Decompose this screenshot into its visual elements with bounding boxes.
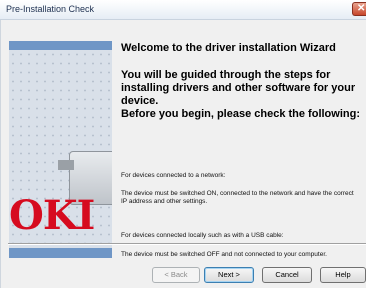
close-button[interactable]: ✕ [352, 2, 366, 16]
oki-logo: OKI [9, 192, 95, 239]
side-banner: OKI [9, 41, 112, 258]
banner-top-band [9, 41, 112, 50]
usb-requirement: The device must be switched OFF and not … [121, 251, 327, 258]
window-title: Pre-Installation Check [6, 4, 95, 14]
network-label: For devices connected to a network: [121, 172, 226, 179]
wizard-intro: You will be guided through the steps for… [121, 69, 361, 121]
wizard-heading: Welcome to the driver installation Wizar… [121, 42, 336, 54]
next-button[interactable]: Next > [204, 267, 254, 283]
help-button[interactable]: Help [320, 267, 366, 283]
intro-line-2: Before you begin, please check the follo… [121, 108, 360, 120]
dialog-client-area: OKI Welcome to the driver installation W… [0, 20, 366, 288]
cancel-button[interactable]: Cancel [262, 267, 312, 283]
button-divider [8, 243, 366, 245]
title-bar: Pre-Installation Check ✕ [0, 0, 366, 20]
intro-line-1: You will be guided through the steps for… [121, 69, 356, 107]
close-icon: ✕ [357, 3, 366, 14]
back-button[interactable]: < Back [152, 267, 200, 283]
network-requirement: The device must be switched ON, connecte… [121, 190, 354, 205]
printer-tray [58, 160, 74, 170]
usb-label: For devices connected locally such as wi… [121, 232, 284, 239]
banner-bottom-band [9, 248, 112, 258]
